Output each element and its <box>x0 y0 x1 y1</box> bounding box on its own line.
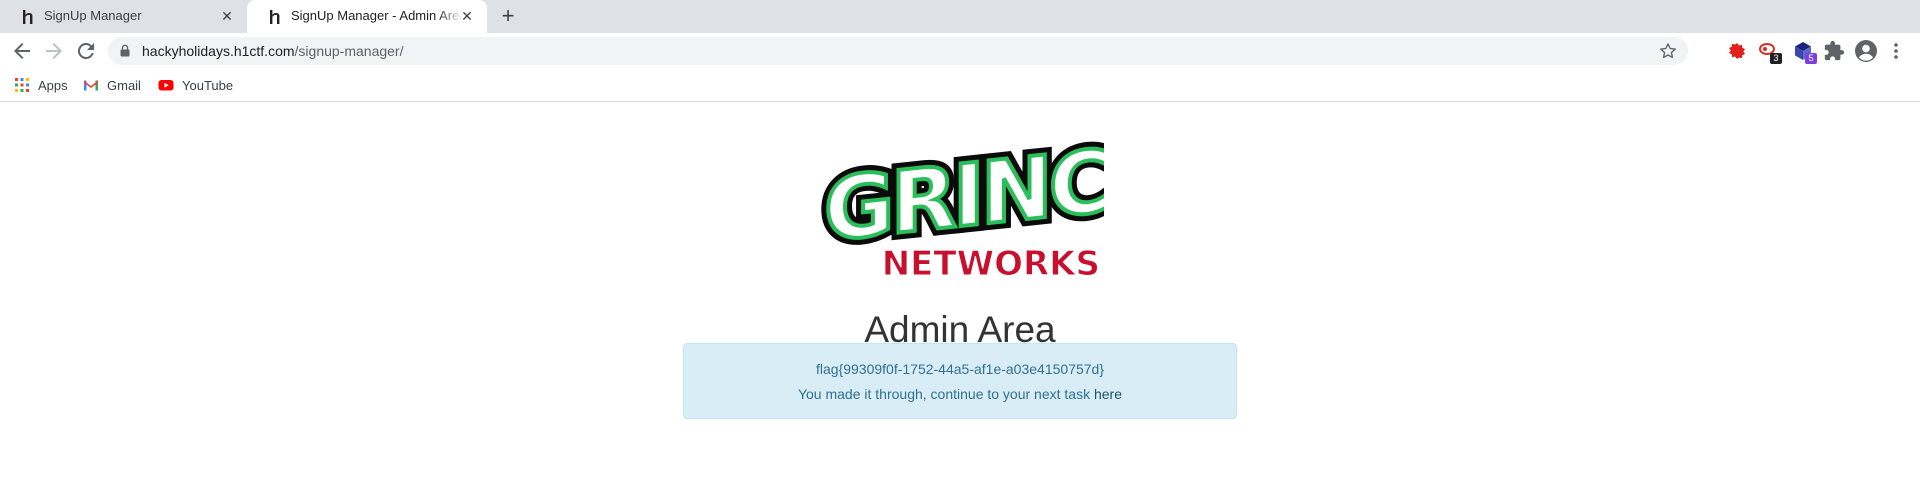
close-tab-icon[interactable]: ✕ <box>459 8 475 24</box>
extension-badge: 3 <box>1770 53 1782 64</box>
svg-text:GRINCH: GRINCH <box>824 133 1104 261</box>
tab-signup-manager[interactable]: SignUp Manager ✕ <box>0 0 247 33</box>
grinch-networks-logo: GRINCH GRINCH NETWORKS <box>818 133 1104 279</box>
hackerone-favicon-icon <box>270 10 280 24</box>
success-alert: flag{99309f0f-1752-44a5-af1e-a03e4150757… <box>683 343 1237 419</box>
bookmarks-bar: Apps Gmail YouTube <box>0 68 1920 102</box>
alert-message-text: You made it through, continue to your ne… <box>797 386 1091 402</box>
profile-avatar-icon[interactable] <box>1854 39 1878 63</box>
extension-badge: 5 <box>1805 53 1817 64</box>
close-tab-icon[interactable]: ✕ <box>219 8 235 24</box>
tab-admin-area[interactable]: SignUp Manager - Admin Area ✕ <box>247 0 487 33</box>
forward-arrow-icon[interactable] <box>42 39 66 63</box>
bookmark-star-icon[interactable] <box>1658 41 1678 61</box>
red-cloud-extension-icon[interactable]: 3 <box>1757 40 1782 64</box>
tab-strip: SignUp Manager ✕ SignUp Manager - Admin … <box>0 0 1920 33</box>
tab-title: SignUp Manager - Admin Area <box>291 8 463 23</box>
svg-text:NETWORKS: NETWORKS <box>882 244 1100 279</box>
lock-icon <box>120 44 130 57</box>
address-bar[interactable]: hackyholidays.h1ctf.com/signup-manager/ <box>108 37 1688 65</box>
tab-title: SignUp Manager <box>44 8 142 23</box>
flag-text: flag{99309f0f-1752-44a5-af1e-a03e4150757… <box>815 361 1105 377</box>
bookmark-label: YouTube <box>182 77 234 93</box>
gmail-icon <box>84 80 98 91</box>
url-domain: hackyholidays.h1ctf.com <box>142 43 295 59</box>
reload-icon[interactable] <box>74 39 98 63</box>
bookmark-apps[interactable]: Apps <box>14 76 68 94</box>
red-blob-extension-icon[interactable] <box>1726 40 1748 62</box>
back-arrow-icon[interactable] <box>10 39 34 63</box>
puzzle-extensions-icon[interactable] <box>1823 40 1845 62</box>
apps-grid-icon <box>15 78 29 92</box>
url-text: hackyholidays.h1ctf.com/signup-manager/ <box>142 43 403 59</box>
bookmark-gmail[interactable]: Gmail <box>83 76 141 94</box>
bookmark-label: Gmail <box>107 77 141 93</box>
next-task-link[interactable]: here <box>1094 386 1122 402</box>
purple-cube-extension-icon[interactable]: 5 <box>1792 40 1817 64</box>
hackerone-favicon-icon <box>23 10 33 24</box>
browser-toolbar: hackyholidays.h1ctf.com/signup-manager/ … <box>0 33 1920 68</box>
alert-message: You made it through, continue to your ne… <box>684 386 1236 402</box>
youtube-icon <box>158 80 174 91</box>
bookmark-youtube[interactable]: YouTube <box>158 76 233 94</box>
new-tab-button[interactable]: + <box>497 5 519 28</box>
kebab-menu-icon[interactable] <box>1888 40 1904 62</box>
bookmark-label: Apps <box>38 77 68 93</box>
url-path: /signup-manager/ <box>294 43 404 59</box>
